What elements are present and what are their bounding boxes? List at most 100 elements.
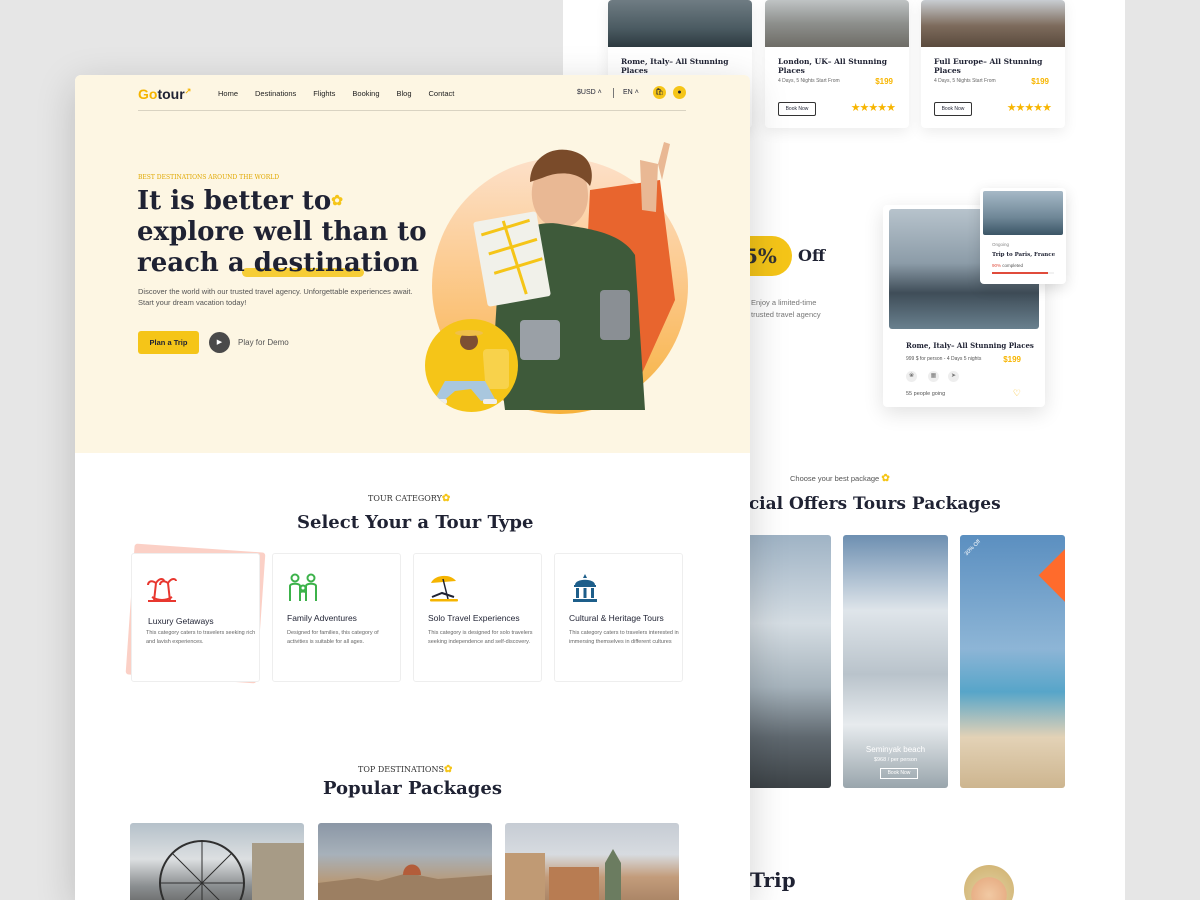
hero-headline: It is better to✿ explore well than to re… [137,186,437,279]
package-price: $199 [875,77,893,86]
special-place: Seminyak beach [865,745,926,754]
category-card-cultural[interactable]: Cultural & Heritage Tours This category … [554,553,683,682]
logo-tour: tour [157,86,185,102]
logo-mark-icon: ↗ [184,86,192,96]
special-offer-beach[interactable] [960,535,1065,788]
special-offer-mountain[interactable]: Seminyak beach $968 / per person Book No… [843,535,948,788]
nav-home[interactable]: Home [218,89,238,98]
hero-kicker: BEST DESTINATIONS AROUND THE WORLD [138,174,280,181]
category-kicker: TOUR CATEGORY✿ [368,493,450,504]
old-town-illustration [505,849,621,900]
package-image [608,0,752,47]
book-now-button[interactable]: Book Now [778,102,816,116]
landing-page: Gotour↗ Home Destinations Flights Bookin… [75,75,750,900]
nav-booking[interactable]: Booking [352,89,379,98]
category-card-family[interactable]: Family Adventures Designed for families,… [272,553,401,682]
london-eye-illustration [159,840,304,900]
book-now-button[interactable]: Book Now [934,102,972,116]
ongoing-progress-fill [992,272,1048,274]
popular-package-london[interactable] [130,823,304,900]
ongoing-trip-card[interactable]: Ongoing Trip to Paris, France 90% comple… [980,188,1066,284]
sparkle-icon: ✿ [441,493,451,504]
category-title-text: Solo Travel Experiences [428,613,520,623]
popular-kicker: TOP DESTINATIONS✿ [358,764,452,775]
currency-select[interactable]: $USD ˄ [577,89,602,96]
nav-destinations[interactable]: Destinations [255,89,296,98]
package-title: Rome, Italy– All Stunning Places [621,57,729,75]
sparkle-icon: ✿ [881,473,890,484]
language-select[interactable]: EN ˄ [623,89,639,96]
headline-line-2: explore well than to [137,217,427,247]
leaf-icon[interactable]: ❀ [906,371,917,382]
chevron-up-icon: ˄ [634,89,639,96]
headline-line-1: It is better to✿ [137,186,437,217]
main-nav: Home Destinations Flights Booking Blog C… [218,89,471,98]
ongoing-title: Trip to Paris, France [992,252,1056,258]
category-description: This category caters to travelers intere… [569,630,679,645]
play-demo-label[interactable]: Play for Demo [238,338,289,347]
special-kicker-text: Choose your best package [790,474,880,483]
nav-divider-line [138,110,686,111]
category-title-text: Cultural & Heritage Tours [569,613,664,623]
package-image [765,0,909,47]
offer-off-label: Off [798,246,826,265]
family-icon [289,573,317,601]
headline-line-1-text: It is better to [137,186,332,216]
nav-flights[interactable]: Flights [313,89,335,98]
hero-section: Gotour↗ Home Destinations Flights Bookin… [75,75,750,453]
category-card-solo[interactable]: Solo Travel Experiences This category is… [413,553,542,682]
popular-package-florence[interactable] [318,823,492,900]
book-now-button[interactable]: Book Now [880,768,918,779]
nav-contact[interactable]: Contact [429,89,455,98]
package-image [921,0,1065,47]
brand-logo[interactable]: Gotour↗ [138,86,191,102]
ongoing-progress-bar [992,272,1054,274]
package-price: $199 [1031,77,1049,86]
language-value: EN [623,89,633,96]
florence-skyline-illustration [318,864,492,900]
category-title: Select Your a Tour Type [297,512,534,533]
send-icon[interactable]: ➤ [948,371,959,382]
cart-icon[interactable]: 🛍 [653,86,666,99]
category-card-luxury[interactable]: Luxury Getaways This category caters to … [131,553,260,682]
currency-value: $USD [577,89,596,96]
people-going: 55 people going [906,391,946,397]
map-icon[interactable]: ▦ [928,371,939,382]
hero-description: Discover the world with our trusted trav… [138,287,413,307]
package-card-london[interactable]: London, UK– All Stunning Places 4 Days, … [765,0,909,128]
package-card-europe[interactable]: Full Europe– All Stunning Places 4 Days,… [921,0,1065,128]
trip-price: $199 [1003,355,1021,364]
nav-blog[interactable]: Blog [397,89,412,98]
headline-line-3: reach a destination [137,248,419,278]
popular-kicker-text: TOP DESTINATIONS [358,765,444,774]
plan-trip-button[interactable]: Plan a Trip [138,331,199,354]
play-icon[interactable]: ▶ [209,332,230,353]
package-meta: 4 Days, 5 Nights Start From [778,78,840,84]
nav-divider [613,88,614,98]
user-icon[interactable]: ● [673,86,686,99]
trip-heading: Trip [750,868,796,892]
popular-title: Popular Packages [323,778,502,799]
special-kicker: Choose your best package ✿ [790,473,890,484]
trip-title: Rome, Italy– All Stunning Places [906,341,1034,350]
package-meta: 4 Days, 5 Nights Start From [934,78,996,84]
ongoing-trip-image [983,191,1063,235]
category-description: Designed for families, this category of … [287,630,379,645]
category-title-text: Luxury Getaways [148,616,214,626]
star-rating: ★★★★★ [1006,102,1052,114]
sparkle-icon: ✿ [443,764,453,775]
category-kicker-text: TOUR CATEGORY [368,494,442,503]
logo-go: Go [138,86,158,102]
package-title: Full Europe– All Stunning Places [934,57,1043,75]
special-price: $968 / per person [873,757,918,763]
chevron-up-icon: ˄ [597,89,602,96]
ongoing-completed-label: completed [1001,263,1024,268]
sitting-traveler-illustration [433,330,509,404]
category-title-text: Family Adventures [287,613,357,623]
discount-ribbon [1038,535,1065,607]
heart-icon[interactable]: ♡ [1013,388,1021,399]
trip-meta: 999 $ for person - 4 Days 5 nights [906,356,982,362]
popular-package-europe[interactable] [505,823,679,900]
heritage-icon [573,574,597,602]
category-description: This category caters to travelers seekin… [146,630,256,645]
